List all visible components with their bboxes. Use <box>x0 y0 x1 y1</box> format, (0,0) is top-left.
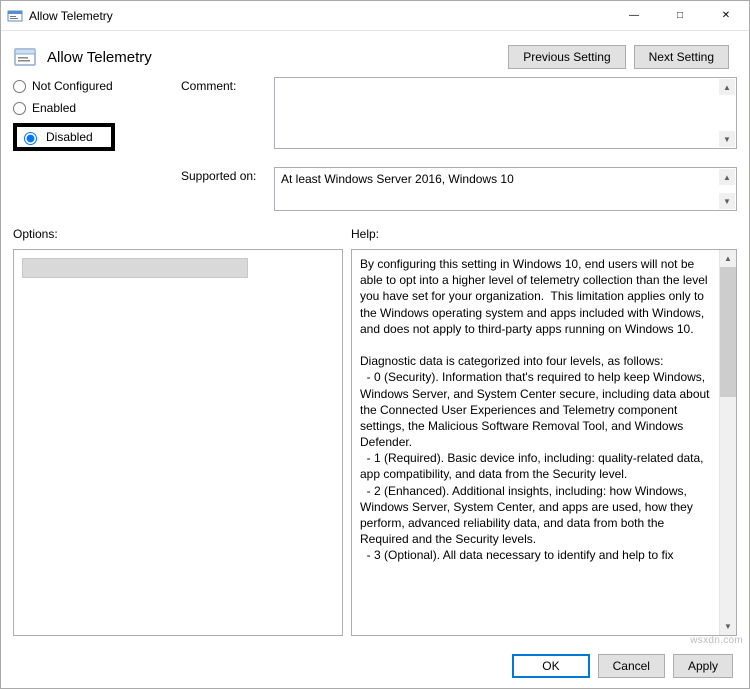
state-column: Not Configured Enabled Disabled <box>13 77 163 211</box>
comment-textarea[interactable]: ▲ ▼ <box>274 77 737 149</box>
maximize-button[interactable]: □ <box>657 1 703 30</box>
supported-label: Supported on: <box>181 167 266 211</box>
options-disabled-control <box>22 258 248 278</box>
app-icon <box>7 8 23 24</box>
supported-textarea: At least Windows Server 2016, Windows 10… <box>274 167 737 211</box>
help-text: By configuring this setting in Windows 1… <box>352 250 736 570</box>
close-button[interactable]: ✕ <box>703 1 749 30</box>
comment-label: Comment: <box>181 77 266 149</box>
radio-enabled[interactable]: Enabled <box>13 101 163 115</box>
apply-button[interactable]: Apply <box>673 654 733 678</box>
radio-disabled-input[interactable] <box>24 132 37 145</box>
scroll-up-icon[interactable]: ▲ <box>719 79 735 95</box>
policy-icon <box>13 45 37 69</box>
panel-labels-row: Options: Help: <box>13 227 737 241</box>
help-label: Help: <box>351 227 379 241</box>
scroll-down-icon[interactable]: ▼ <box>719 131 735 147</box>
header-title: Allow Telemetry <box>47 49 498 66</box>
scroll-down-icon[interactable]: ▼ <box>719 193 735 209</box>
titlebar-title: Allow Telemetry <box>29 9 611 23</box>
radio-enabled-label: Enabled <box>32 101 76 115</box>
titlebar: Allow Telemetry — □ ✕ <box>1 1 749 31</box>
scroll-up-icon[interactable]: ▲ <box>719 169 735 185</box>
radio-disabled-highlight: Disabled <box>13 123 115 151</box>
radio-enabled-input[interactable] <box>13 102 26 115</box>
nav-buttons: Previous Setting Next Setting <box>508 45 729 69</box>
radio-not-configured-label: Not Configured <box>32 79 113 93</box>
main-area: Not Configured Enabled Disabled Comment:… <box>1 77 749 644</box>
radio-not-configured-input[interactable] <box>13 80 26 93</box>
help-panel: By configuring this setting in Windows 1… <box>351 249 737 636</box>
top-row: Not Configured Enabled Disabled Comment:… <box>13 77 737 211</box>
options-label: Options: <box>13 227 351 241</box>
panels-row: By configuring this setting in Windows 1… <box>13 249 737 636</box>
scrollbar-thumb[interactable] <box>720 267 736 397</box>
footer: OK Cancel Apply <box>1 644 749 688</box>
cancel-button[interactable]: Cancel <box>598 654 665 678</box>
window-controls: — □ ✕ <box>611 1 749 30</box>
options-panel <box>13 249 343 636</box>
help-scrollbar[interactable]: ▲ ▼ <box>719 250 736 635</box>
minimize-button[interactable]: — <box>611 1 657 30</box>
previous-setting-button[interactable]: Previous Setting <box>508 45 625 69</box>
supported-value: At least Windows Server 2016, Windows 10 <box>275 168 736 192</box>
supported-row: Supported on: At least Windows Server 20… <box>181 167 737 211</box>
fields-column: Comment: ▲ ▼ Supported on: At least Wind… <box>181 77 737 211</box>
header-row: Allow Telemetry Previous Setting Next Se… <box>1 31 749 77</box>
scroll-up-icon[interactable]: ▲ <box>720 250 736 267</box>
next-setting-button[interactable]: Next Setting <box>634 45 729 69</box>
ok-button[interactable]: OK <box>512 654 589 678</box>
scroll-down-icon[interactable]: ▼ <box>720 618 736 635</box>
dialog-window: Allow Telemetry — □ ✕ Allow Telemetry Pr… <box>0 0 750 689</box>
radio-disabled-label: Disabled <box>46 130 93 144</box>
radio-not-configured[interactable]: Not Configured <box>13 79 163 93</box>
watermark: wsxdn.com <box>690 635 743 646</box>
comment-row: Comment: ▲ ▼ <box>181 77 737 149</box>
comment-value <box>275 78 736 86</box>
